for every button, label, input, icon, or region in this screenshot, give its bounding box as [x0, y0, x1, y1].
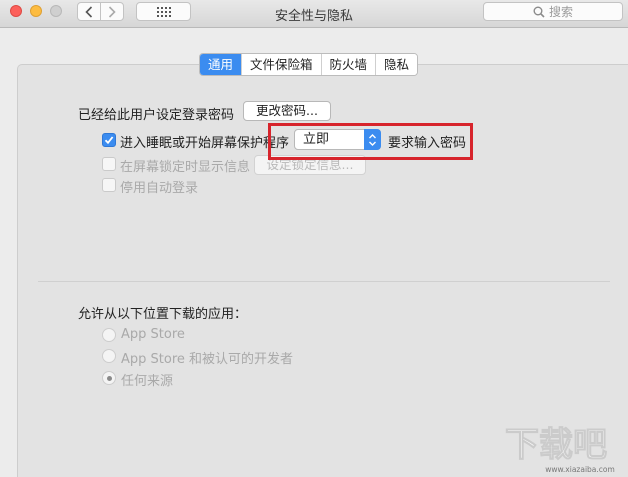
checkmark-icon	[104, 136, 114, 145]
search-field[interactable]: 搜索	[483, 2, 623, 21]
change-password-button[interactable]: 更改密码...	[243, 101, 331, 121]
radio-app-store-identified-label: App Store 和被认可的开发者	[121, 352, 294, 367]
require-password-checkbox[interactable]	[102, 133, 116, 147]
disable-auto-login-checkbox[interactable]	[102, 178, 116, 192]
disable-auto-login-label: 停用自动登录	[120, 181, 199, 196]
tab-privacy[interactable]: 隐私	[375, 54, 418, 75]
select-arrows-icon	[364, 129, 381, 150]
download-source-heading: 允许从以下位置下载的应用：	[78, 307, 248, 322]
radio-anywhere[interactable]	[102, 371, 116, 385]
svg-text:www.xiazaiba.com: www.xiazaiba.com	[545, 465, 615, 474]
tab-general[interactable]: 通用	[200, 54, 242, 75]
set-lock-message-button[interactable]: 设定锁定信息...	[254, 155, 366, 175]
tab-bar: 通用 文件保险箱 防火墙 隐私	[199, 53, 419, 76]
password-set-label: 已经给此用户设定登录密码	[78, 108, 235, 123]
svg-text:下载吧: 下载吧	[505, 425, 607, 465]
radio-anywhere-label: 任何来源	[121, 374, 174, 389]
password-delay-value: 立即	[303, 132, 330, 147]
radio-app-store-identified[interactable]	[102, 349, 116, 363]
search-placeholder: 搜索	[548, 5, 573, 19]
lock-message-checkbox[interactable]	[102, 157, 116, 171]
radio-app-store-label: App Store	[121, 327, 185, 342]
tab-firewall[interactable]: 防火墙	[320, 54, 376, 75]
tab-filevault[interactable]: 文件保险箱	[241, 54, 321, 75]
title-bar: 安全性与隐私 搜索	[0, 0, 628, 28]
watermark-logo: 下载吧 www.xiazaiba.com	[505, 425, 615, 475]
password-delay-select[interactable]: 立即	[294, 129, 381, 150]
lock-message-label: 在屏幕锁定时显示信息	[120, 160, 251, 175]
search-icon	[533, 6, 545, 18]
radio-app-store[interactable]	[102, 328, 116, 342]
require-password-label: 进入睡眠或开始屏幕保护程序	[120, 136, 290, 151]
section-divider	[38, 281, 610, 282]
require-password-suffix: 要求输入密码	[388, 136, 467, 151]
